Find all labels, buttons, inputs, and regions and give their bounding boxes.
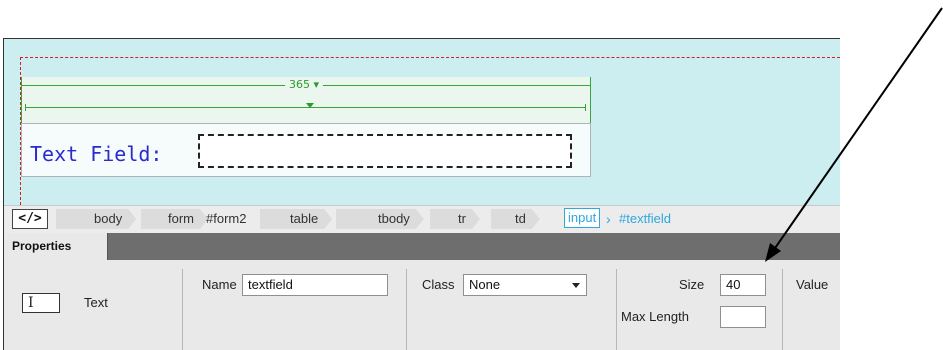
value-label: Value bbox=[796, 277, 829, 292]
tag-selector: </> body form #form2 table tbody tr td i… bbox=[4, 205, 840, 234]
column-ruler-tick-left bbox=[25, 104, 26, 111]
tab-properties[interactable]: Properties bbox=[4, 233, 108, 260]
divider bbox=[182, 269, 183, 350]
tag-crumb-input-id[interactable]: #textfield bbox=[619, 209, 671, 229]
tag-crumb-form[interactable]: form bbox=[141, 209, 208, 229]
divider bbox=[782, 269, 783, 350]
column-width-menu-icon[interactable] bbox=[306, 103, 314, 108]
divider bbox=[406, 269, 407, 350]
design-canvas: 365 ▾ Text Field: bbox=[4, 39, 840, 205]
class-select-value: None bbox=[469, 277, 501, 292]
class-select[interactable]: None bbox=[463, 274, 587, 296]
code-tag-button[interactable]: </> bbox=[12, 209, 48, 229]
form-border-top bbox=[20, 57, 840, 58]
tag-crumb-input[interactable]: input bbox=[564, 208, 601, 228]
name-label: Name bbox=[202, 277, 237, 292]
table-width-label[interactable]: 365 ▾ bbox=[285, 77, 324, 93]
tag-crumb-tr[interactable]: tr bbox=[430, 209, 480, 229]
text-field-input[interactable] bbox=[198, 134, 572, 168]
dreamweaver-window: 365 ▾ Text Field: </> body form #form2 t… bbox=[3, 38, 840, 350]
panel-header: Properties bbox=[4, 233, 840, 260]
text-field-icon: I bbox=[22, 293, 60, 313]
class-label: Class bbox=[422, 277, 455, 292]
properties-panel: Properties I Text Name textfield Class N… bbox=[4, 233, 840, 350]
max-length-label: Max Length bbox=[621, 309, 689, 324]
column-ruler-tick-right bbox=[585, 104, 586, 111]
tag-crumb-table[interactable]: table bbox=[260, 209, 332, 229]
tag-crumb-body[interactable]: body bbox=[56, 209, 136, 229]
table[interactable]: 365 ▾ Text Field: bbox=[21, 77, 591, 177]
table-cell[interactable]: Text Field: bbox=[21, 123, 591, 177]
dropdown-arrow-icon bbox=[572, 283, 580, 288]
tag-crumb-td[interactable]: td bbox=[491, 209, 540, 229]
max-length-input[interactable] bbox=[720, 306, 766, 328]
tag-crumb-tbody[interactable]: tbody bbox=[336, 209, 424, 229]
size-input[interactable]: 40 bbox=[720, 274, 766, 296]
size-label: Size bbox=[679, 277, 705, 292]
text-field-label: Text Field: bbox=[30, 142, 163, 166]
element-type-label: Text bbox=[84, 295, 108, 310]
column-width-ruler bbox=[25, 107, 585, 108]
crumb-separator-icon: › bbox=[606, 211, 611, 227]
tag-crumb-form-id[interactable]: #form2 bbox=[206, 209, 246, 229]
name-input[interactable]: textfield bbox=[242, 274, 388, 296]
divider bbox=[616, 269, 617, 350]
